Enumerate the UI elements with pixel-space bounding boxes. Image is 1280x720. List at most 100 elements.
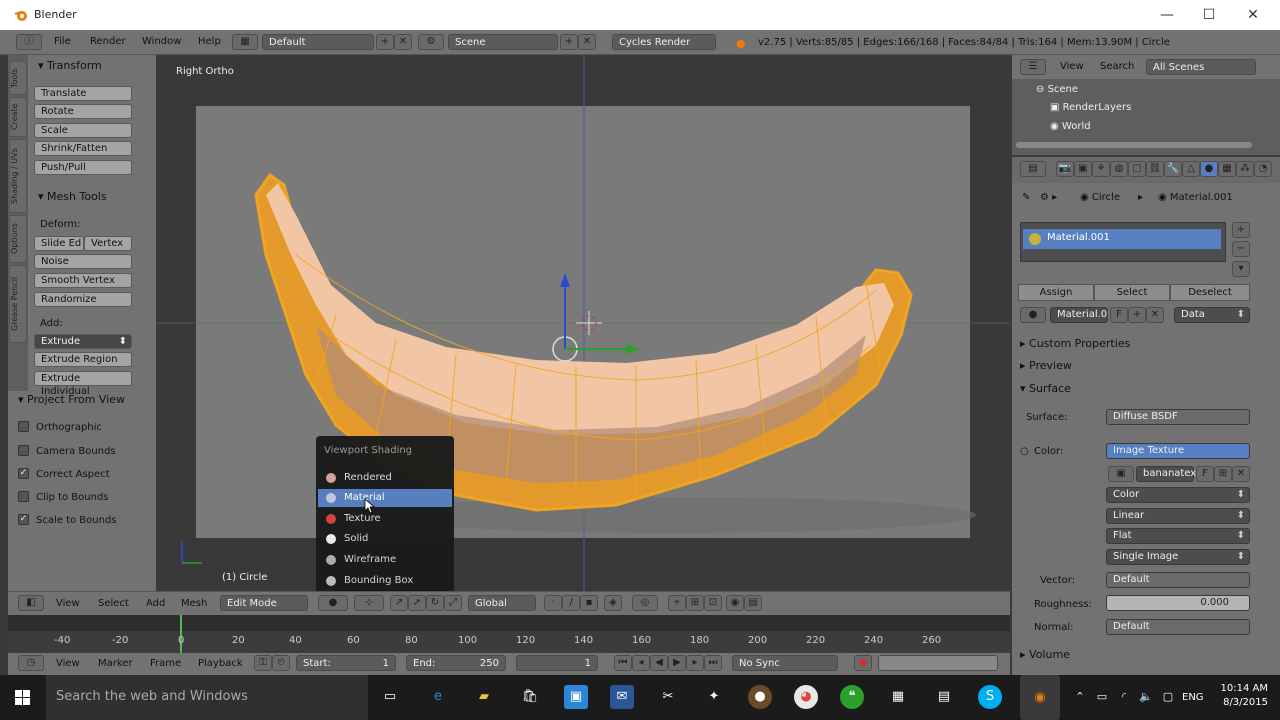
- outliner-scene-item[interactable]: ⊖ Scene: [1036, 84, 1078, 95]
- tl-menu-marker[interactable]: Marker: [98, 658, 133, 669]
- clip-to-bounds-checkbox[interactable]: [18, 491, 29, 502]
- extrude-button[interactable]: Extrude ⬍: [34, 334, 132, 349]
- tl-menu-frame[interactable]: Frame: [150, 658, 181, 669]
- chrome-icon[interactable]: ◕: [794, 685, 818, 709]
- randomize-button[interactable]: Randomize: [34, 292, 132, 307]
- rotate-manipulator-icon[interactable]: ↻: [426, 595, 444, 611]
- vp-menu-mesh[interactable]: Mesh: [181, 598, 207, 609]
- minimize-button[interactable]: —: [1150, 4, 1184, 26]
- pivot-point-button[interactable]: ⊹: [354, 595, 384, 611]
- shading-rendered-item[interactable]: Rendered: [318, 469, 452, 487]
- screen-layout-icon[interactable]: ▦: [232, 34, 258, 50]
- face-select-icon[interactable]: ▪: [580, 595, 598, 611]
- snipping-tool-icon[interactable]: ✂: [656, 685, 680, 709]
- vertex-select-icon[interactable]: ·: [544, 595, 562, 611]
- new-material-icon[interactable]: +: [1128, 307, 1146, 323]
- tray-volume-icon[interactable]: 🔈: [1134, 685, 1158, 709]
- scene-link-icon[interactable]: ⚙ ▸: [1040, 192, 1057, 203]
- mode-select[interactable]: Edit Mode: [220, 595, 308, 611]
- assign-button[interactable]: Assign: [1018, 284, 1094, 301]
- tray-notification-icon[interactable]: ▢: [1156, 685, 1180, 709]
- transform-orientation-select[interactable]: Global: [468, 595, 536, 611]
- mail-app-icon[interactable]: ✦: [702, 685, 726, 709]
- volume-section[interactable]: ▸ Volume: [1020, 648, 1070, 661]
- current-frame-field[interactable]: 1: [516, 655, 598, 671]
- image-fake-user-button[interactable]: F: [1196, 466, 1214, 482]
- image-open-icon[interactable]: ⊞: [1214, 466, 1232, 482]
- tray-chevron-icon[interactable]: ⌃: [1068, 685, 1092, 709]
- material-name-field[interactable]: Material.0: [1050, 307, 1108, 323]
- proportional-edit-icon[interactable]: ◎: [632, 595, 658, 611]
- material-browse-icon[interactable]: ●: [1020, 307, 1046, 323]
- outliner-renderlayers-item[interactable]: ▣ RenderLayers: [1050, 102, 1131, 113]
- task-view-icon[interactable]: ▭: [378, 685, 402, 709]
- breadcrumb-object[interactable]: ◉ Circle: [1080, 192, 1120, 203]
- store-icon[interactable]: 🛍: [518, 685, 542, 709]
- preview-section[interactable]: ▸ Preview: [1020, 359, 1072, 372]
- remove-layout-icon[interactable]: ✕: [394, 34, 412, 50]
- tray-network-icon[interactable]: ▭: [1090, 685, 1114, 709]
- outliner-scrollbar[interactable]: [1016, 142, 1252, 148]
- interpolation-select[interactable]: Linear ⬍: [1106, 508, 1250, 524]
- menu-file[interactable]: File: [54, 36, 71, 47]
- edge-select-icon[interactable]: /: [562, 595, 580, 611]
- skype-icon[interactable]: S: [978, 685, 1002, 709]
- scene-field[interactable]: Scene: [448, 34, 558, 50]
- snap-element-icon[interactable]: ⊞: [686, 595, 704, 611]
- play-icon[interactable]: ▶: [668, 655, 686, 671]
- world-tab-icon[interactable]: ◍: [1110, 161, 1128, 177]
- render-tab-icon[interactable]: 📷: [1056, 161, 1074, 177]
- opengl-render-icon[interactable]: ◉: [726, 595, 744, 611]
- image-browse-icon[interactable]: ▣: [1108, 466, 1134, 482]
- extrude-region-button[interactable]: Extrude Region: [34, 352, 132, 367]
- taskbar-clock[interactable]: 10:14 AM 8/3/2015: [1212, 682, 1268, 710]
- scene-tab-icon[interactable]: ⚘: [1092, 161, 1110, 177]
- roughness-slider[interactable]: 0.000: [1106, 595, 1250, 611]
- fake-user-button[interactable]: F: [1110, 307, 1128, 323]
- windows-start-icon[interactable]: [0, 675, 46, 720]
- shading-bounding-box-item[interactable]: Bounding Box: [318, 572, 452, 590]
- remove-slot-icon[interactable]: −: [1232, 241, 1250, 257]
- language-indicator[interactable]: ENG: [1182, 692, 1204, 703]
- timeline-scrubbar[interactable]: [8, 615, 1010, 631]
- object-tab-icon[interactable]: ▢: [1128, 161, 1146, 177]
- image-source-select[interactable]: Single Image ⬍: [1106, 549, 1250, 565]
- jump-end-icon[interactable]: ⏭: [704, 655, 722, 671]
- remote-desktop-icon[interactable]: ▣: [564, 685, 588, 709]
- menu-window[interactable]: Window: [142, 36, 181, 47]
- shading-texture-item[interactable]: Texture: [318, 510, 452, 528]
- smooth-vertex-button[interactable]: Smooth Vertex: [34, 273, 132, 288]
- vector-input-select[interactable]: Default: [1106, 572, 1250, 588]
- file-explorer-icon[interactable]: ▰: [472, 685, 496, 709]
- play-reverse-icon[interactable]: ◀: [650, 655, 668, 671]
- limit-selection-icon[interactable]: ◈: [604, 595, 622, 611]
- image-unlink-icon[interactable]: ✕: [1232, 466, 1250, 482]
- close-button[interactable]: ✕: [1236, 4, 1270, 26]
- projection-select[interactable]: Flat ⬍: [1106, 528, 1250, 544]
- scale-button[interactable]: Scale: [34, 123, 132, 138]
- editor-type-3d-icon[interactable]: ◧: [18, 595, 44, 611]
- translate-manipulator-icon[interactable]: ➚: [408, 595, 426, 611]
- timeline[interactable]: -40 -20 0 20 40 60 80 100 120 140 160 18…: [8, 615, 1010, 653]
- camera-bounds-checkbox[interactable]: [18, 445, 29, 456]
- material-tab-icon[interactable]: ●: [1200, 161, 1218, 177]
- next-key-icon[interactable]: ▸: [686, 655, 704, 671]
- tl-menu-view[interactable]: View: [56, 658, 80, 669]
- snap-toggle-icon[interactable]: ⌖: [668, 595, 686, 611]
- add-layout-icon[interactable]: +: [376, 34, 394, 50]
- pin-icon[interactable]: ✎: [1022, 192, 1030, 203]
- screen-layout-field[interactable]: Default: [262, 34, 374, 50]
- menu-render[interactable]: Render: [90, 36, 126, 47]
- end-frame-field[interactable]: End: 250: [406, 655, 506, 671]
- modifiers-tab-icon[interactable]: 🔧: [1164, 161, 1182, 177]
- opengl-anim-icon[interactable]: ▤: [744, 595, 762, 611]
- vp-menu-add[interactable]: Add: [146, 598, 165, 609]
- render-engine-select[interactable]: Cycles Render: [612, 34, 716, 50]
- vp-menu-view[interactable]: View: [56, 598, 80, 609]
- breadcrumb-material[interactable]: ◉ Material.001: [1158, 192, 1233, 203]
- record-icon[interactable]: ●: [854, 655, 872, 671]
- editor-type-properties-icon[interactable]: ▤: [1020, 161, 1046, 177]
- noise-button[interactable]: Noise: [34, 254, 132, 269]
- outliner-world-item[interactable]: ◉ World: [1050, 121, 1091, 132]
- material-slot-list[interactable]: Material.001: [1020, 222, 1226, 262]
